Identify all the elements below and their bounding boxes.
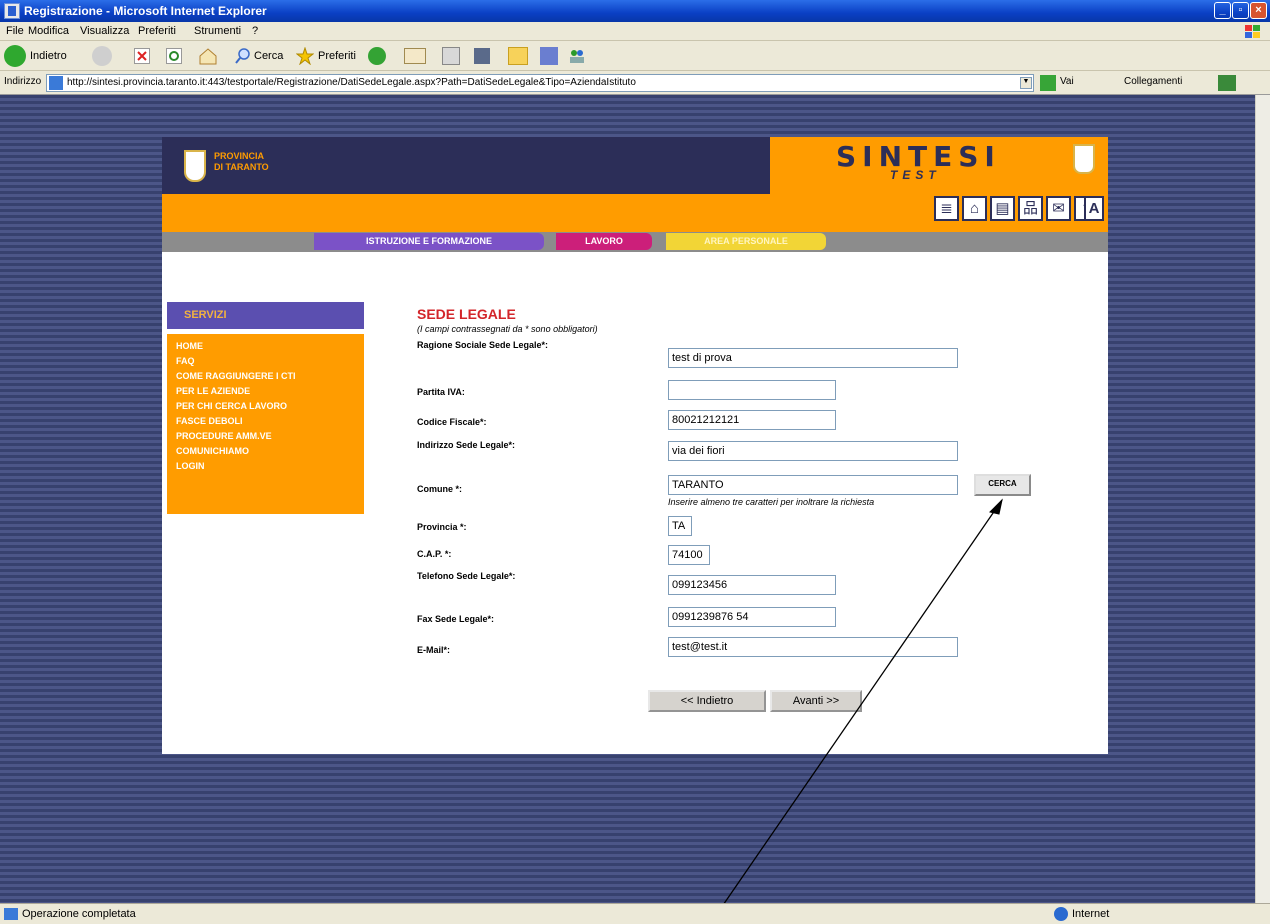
annotation-arrow bbox=[709, 498, 1003, 924]
status-text: Operazione completata bbox=[22, 908, 136, 920]
zone-text: Internet bbox=[1072, 908, 1110, 920]
status-bar: Operazione completata Internet bbox=[0, 903, 1270, 924]
internet-zone-icon bbox=[1054, 907, 1068, 921]
page-status-icon bbox=[4, 908, 18, 920]
